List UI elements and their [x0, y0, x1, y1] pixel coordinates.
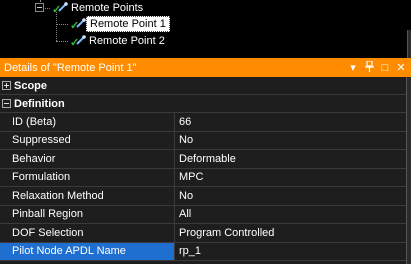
tree-item-remote-point-2[interactable]: ✓ Remote Point 2	[70, 33, 168, 49]
property-row-formulation[interactable]: Formulation MPC	[0, 168, 406, 187]
property-value[interactable]: Program Controlled	[175, 224, 406, 242]
property-value[interactable]: MPC	[175, 169, 406, 187]
property-name: Pilot Node APDL Name	[0, 242, 175, 260]
property-value[interactable]: All	[175, 206, 406, 224]
remote-point-icon: ✓	[70, 34, 86, 49]
tree-connector	[56, 41, 68, 42]
panel-controls: ▾ □ ✕	[347, 59, 407, 75]
collapse-toggle[interactable]	[35, 3, 44, 12]
property-row-pinball-region[interactable]: Pinball Region All	[0, 205, 406, 224]
pin-icon[interactable]	[363, 59, 375, 75]
details-scrollbar[interactable]	[406, 77, 411, 264]
property-row-dof-selection[interactable]: DOF Selection Program Controlled	[0, 224, 406, 243]
collapse-icon[interactable]	[2, 99, 11, 108]
remote-points-folder-icon: ✓	[52, 1, 68, 16]
property-name: Suppressed	[0, 131, 175, 149]
tree-item-label: Remote Points	[71, 2, 144, 14]
tree-connector	[56, 24, 68, 25]
property-value[interactable]: No	[175, 187, 406, 205]
property-name: Pinball Region	[0, 205, 175, 223]
property-row-behavior[interactable]: Behavior Deformable	[0, 150, 406, 169]
tree-item-label: Remote Point 1	[86, 16, 170, 32]
tree-item-label: Remote Point 2	[89, 35, 165, 47]
property-name: Formulation	[0, 168, 175, 186]
close-icon[interactable]: ✕	[395, 62, 407, 74]
section-scope[interactable]: Scope	[0, 77, 406, 95]
property-value[interactable]: Deformable	[175, 150, 406, 168]
property-name: DOF Selection	[0, 224, 175, 242]
maximize-icon[interactable]: □	[379, 62, 391, 74]
expand-icon[interactable]	[2, 81, 11, 90]
tree-item-remote-points[interactable]: ✓ Remote Points	[52, 0, 146, 16]
tree-connector	[56, 12, 57, 41]
property-row-relaxation-method[interactable]: Relaxation Method No	[0, 187, 406, 206]
section-label: Definition	[14, 97, 65, 110]
details-panel: Details of "Remote Point 1" ▾ □ ✕ Scope …	[0, 58, 411, 264]
remote-point-icon: ✓	[70, 17, 86, 32]
property-name: ID (Beta)	[0, 113, 175, 131]
dropdown-arrow-icon[interactable]: ▾	[347, 62, 359, 74]
property-name: Behavior	[0, 150, 175, 168]
property-row-pilot-node-apdl-name[interactable]: Pilot Node APDL Name rp_1	[0, 242, 406, 261]
tree-item-remote-point-1[interactable]: ✓ Remote Point 1	[70, 16, 170, 32]
section-definition[interactable]: Definition	[0, 95, 406, 113]
outline-tree: ✓ Remote Points ✓ Remote Point 1 ✓ Remot…	[0, 0, 411, 58]
details-title-bar: Details of "Remote Point 1" ▾ □ ✕	[0, 58, 411, 77]
property-row-suppressed[interactable]: Suppressed No	[0, 131, 406, 150]
tree-scrollbar[interactable]	[407, 30, 411, 58]
property-name: Relaxation Method	[0, 187, 175, 205]
property-value[interactable]: No	[175, 132, 406, 150]
details-title: Details of "Remote Point 1"	[4, 61, 137, 74]
details-grid: Scope Definition ID (Beta) 66 Suppressed…	[0, 77, 406, 261]
section-label: Scope	[14, 79, 48, 92]
property-value[interactable]: rp_1	[175, 243, 406, 261]
property-value[interactable]: 66	[175, 113, 406, 131]
property-row-id[interactable]: ID (Beta) 66	[0, 113, 406, 132]
